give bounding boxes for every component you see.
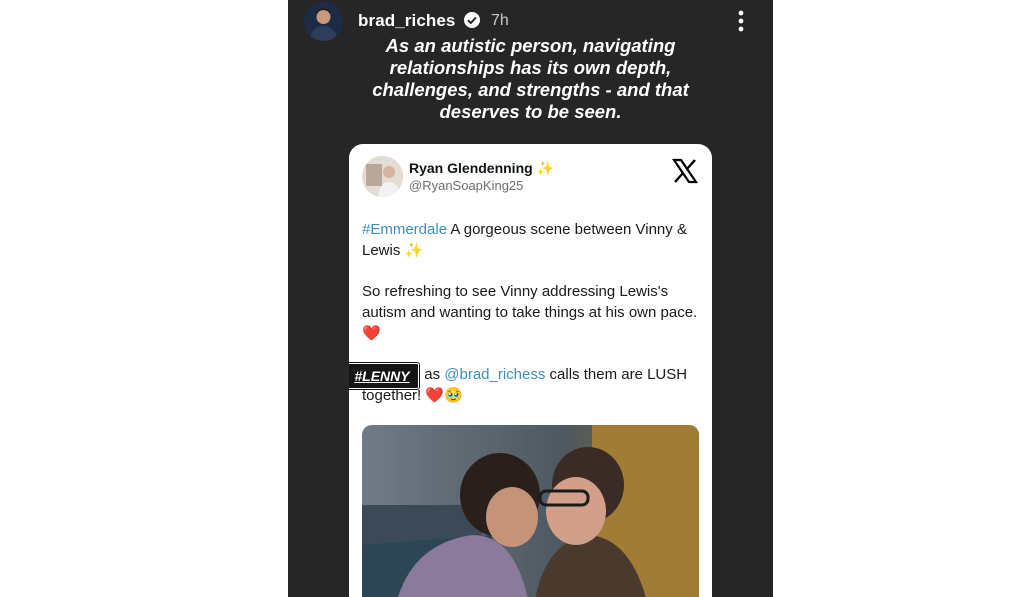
tweet-media-image[interactable] [362, 425, 699, 597]
hashtag-link[interactable]: #Emmerdale [362, 221, 447, 238]
caption-line: deserves to be seen. [439, 101, 622, 122]
more-options-icon[interactable] [734, 8, 748, 34]
tweet-paragraph: So refreshing to see Vinny addressing Le… [362, 281, 702, 344]
pleading-face-icon: 🥹 [444, 387, 463, 404]
tweet-line: So refreshing to see Vinny addressing Le… [362, 283, 698, 321]
caption-line: challenges, and strengths - and that [372, 79, 689, 100]
tweet-paragraph: #Emmerdale A gorgeous scene between Vinn… [362, 219, 702, 261]
verified-badge-icon [463, 11, 481, 29]
story-username[interactable]: brad_riches [358, 11, 455, 31]
tweet-author-name: Ryan Glendenning ✨ [409, 160, 554, 177]
story-viewer: brad_riches 7h As an autistic person, na… [288, 0, 773, 597]
heart-icon: ❤️ [362, 325, 381, 342]
story-timestamp: 7h [491, 12, 509, 29]
tweet-author-handle: @RyanSoapKing25 [409, 178, 524, 193]
author-name-text: Ryan Glendenning [409, 160, 533, 176]
story-caption: As an autistic person, navigating relati… [328, 35, 733, 123]
caption-line: As an autistic person, navigating [385, 35, 676, 56]
sparkles-icon: ✨ [536, 160, 555, 176]
sparkles-icon: ✨ [404, 242, 424, 259]
mention-link[interactable]: @brad_richess [444, 366, 545, 383]
tweet-author-avatar [362, 156, 403, 197]
caption-line: relationships has its own depth, [389, 57, 672, 78]
embedded-tweet-card[interactable]: Ryan Glendenning ✨ @RyanSoapKing25 #Emme… [349, 144, 712, 597]
x-logo-icon [671, 158, 699, 184]
tweet-text: #Emmerdale A gorgeous scene between Vinn… [362, 219, 702, 426]
hashtag-sticker[interactable]: #LENNY [349, 363, 419, 389]
heart-icon: ❤️ [425, 387, 445, 404]
